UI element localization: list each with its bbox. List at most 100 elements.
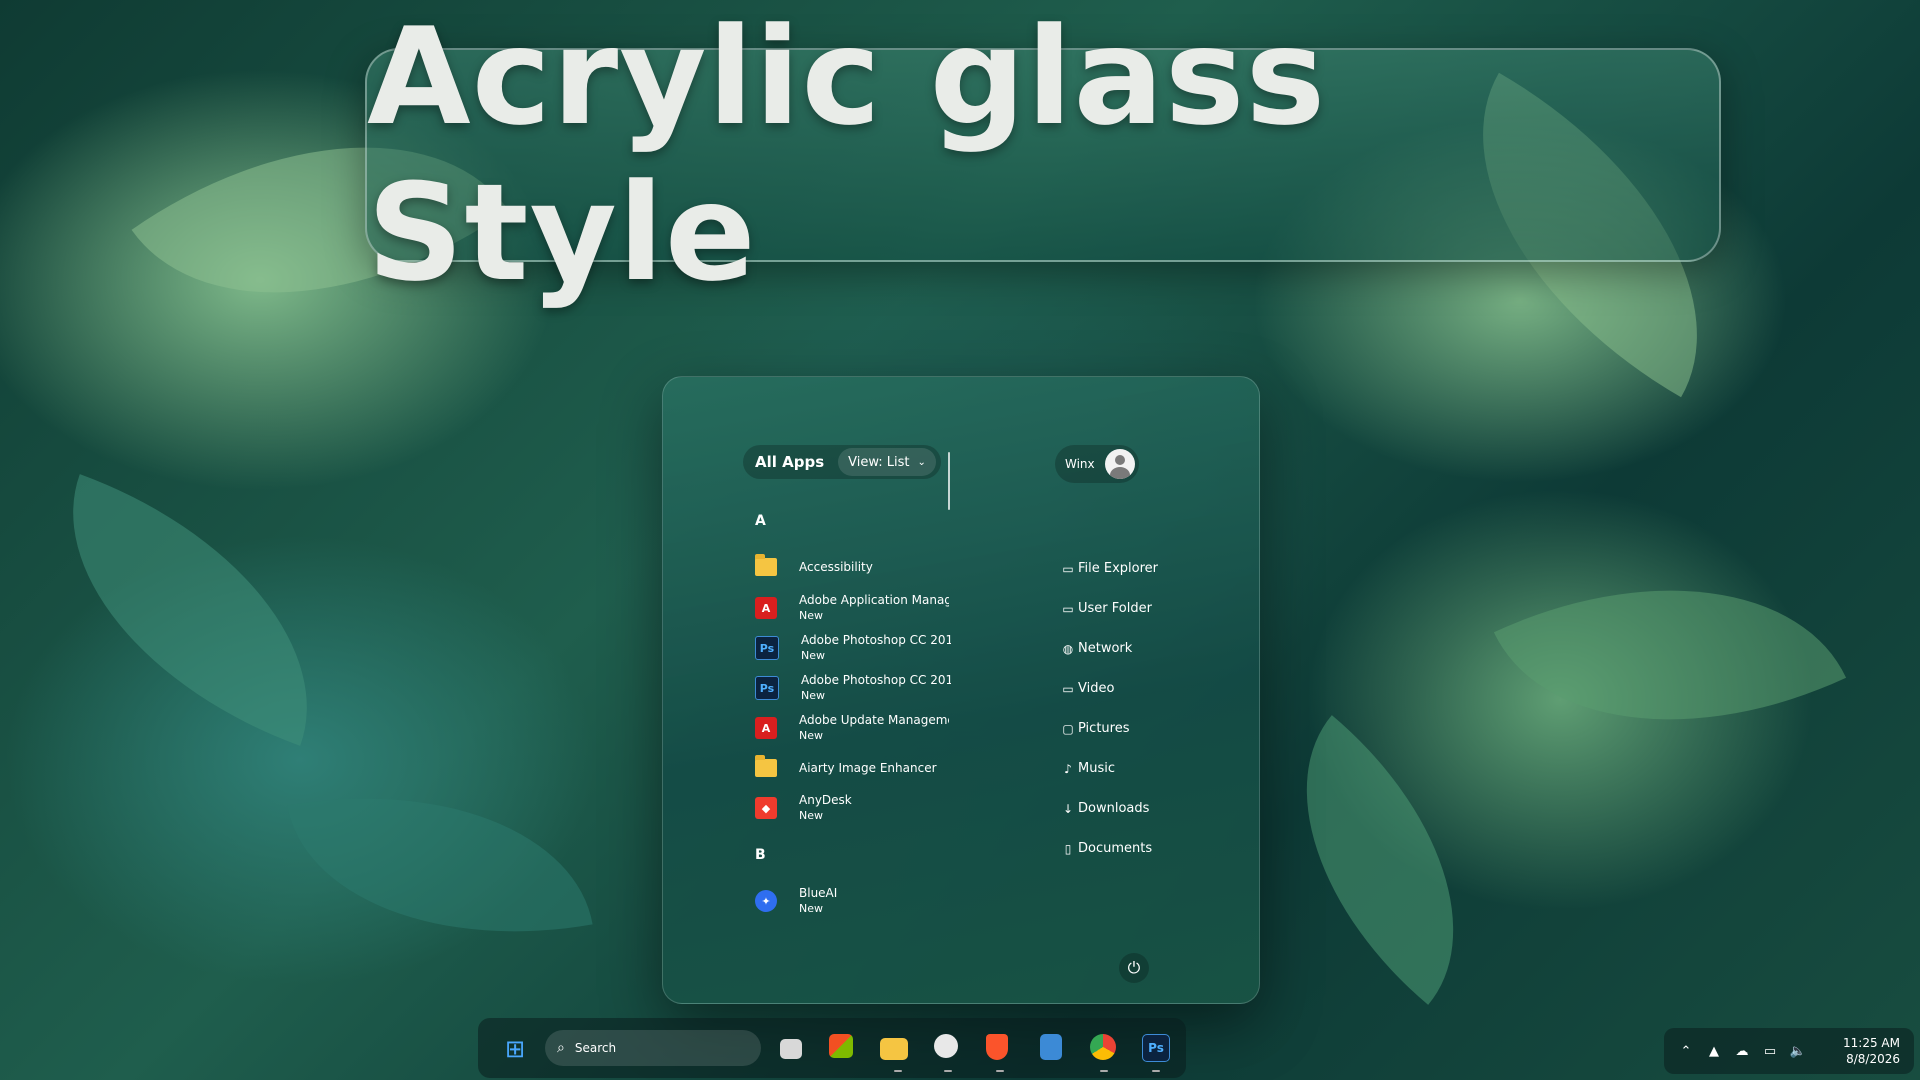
app-item-adobe-photoshop-2[interactable]: Ps Adobe Photoshop CC 2015 New bbox=[755, 669, 965, 707]
anydesk-icon: ◆ bbox=[755, 797, 777, 819]
taskbar-photoshop[interactable]: Ps bbox=[1142, 1034, 1170, 1062]
adobe-icon: A bbox=[755, 597, 777, 619]
clock-time: 11:25 AM bbox=[1843, 1036, 1900, 1050]
banner-title: Acrylic glass Style bbox=[367, 0, 1327, 311]
bird-tray-icon[interactable]: ▲ bbox=[1700, 1044, 1728, 1059]
taskbar-search[interactable]: ⌕ Search bbox=[545, 1030, 761, 1066]
app-new-badge: New bbox=[799, 809, 823, 822]
place-label: Pictures bbox=[1078, 721, 1130, 736]
place-video[interactable]: ▭ Video bbox=[1061, 681, 1114, 696]
search-label: Search bbox=[574, 1041, 617, 1055]
taskbar-app-bird[interactable] bbox=[934, 1034, 958, 1058]
app-name: Adobe Update Managemer bbox=[799, 713, 949, 727]
section-letter-b[interactable]: B bbox=[755, 847, 766, 863]
app-item-anydesk[interactable]: ◆ AnyDesk New bbox=[755, 789, 965, 827]
photoshop-icon: Ps bbox=[1148, 1041, 1164, 1055]
start-menu: All Apps View: List ⌄ Winx A Accessibili… bbox=[662, 376, 1260, 1004]
place-documents[interactable]: ▯ Documents bbox=[1061, 841, 1152, 856]
view-mode-button[interactable]: View: List ⌄ bbox=[838, 448, 936, 476]
all-apps-header: All Apps View: List ⌄ bbox=[743, 445, 941, 479]
cloud-off-icon[interactable]: ☁ bbox=[1728, 1044, 1756, 1059]
pictures-icon: ▢ bbox=[1062, 721, 1074, 736]
search-icon: ⌕ bbox=[557, 1040, 565, 1056]
downloads-icon: ↓ bbox=[1062, 801, 1074, 816]
title-banner: Acrylic glass Style bbox=[365, 0, 1721, 311]
running-indicator bbox=[1100, 1070, 1108, 1072]
user-folder-icon: ▭ bbox=[1062, 601, 1074, 616]
place-file-explorer[interactable]: ▭ File Explorer bbox=[1061, 561, 1158, 576]
view-mode-label: View: List bbox=[848, 454, 910, 470]
app-new-badge: New bbox=[801, 649, 825, 662]
folder-icon bbox=[755, 755, 777, 777]
place-music[interactable]: ♪ Music bbox=[1061, 761, 1115, 776]
blueai-icon: ✦ bbox=[755, 890, 777, 912]
user-name: Winx bbox=[1065, 457, 1095, 471]
place-label: Video bbox=[1078, 681, 1115, 696]
clock-date: 8/8/2026 bbox=[1846, 1052, 1900, 1066]
speaker-icon[interactable]: 🔈 bbox=[1784, 1044, 1812, 1059]
app-new-badge: New bbox=[799, 729, 823, 742]
leaf-decoration bbox=[1228, 715, 1532, 1005]
app-name: Adobe Photoshop CC 2015 bbox=[801, 673, 951, 687]
folder-icon bbox=[755, 554, 777, 576]
documents-icon: ▯ bbox=[1064, 841, 1072, 856]
user-profile-button[interactable]: Winx bbox=[1055, 445, 1139, 483]
app-item-adobe-photoshop-1[interactable]: Ps Adobe Photoshop CC 2015 New bbox=[755, 629, 965, 667]
taskbar-brave[interactable] bbox=[986, 1034, 1008, 1060]
running-indicator bbox=[1152, 1070, 1160, 1072]
place-label: File Explorer bbox=[1078, 561, 1159, 576]
app-new-badge: New bbox=[799, 609, 823, 622]
app-list-scrollbar[interactable] bbox=[948, 452, 950, 510]
app-name: BlueAI bbox=[799, 886, 838, 900]
clock[interactable]: 11:25 AM 8/8/2026 bbox=[1843, 1035, 1900, 1067]
app-item-blueai[interactable]: ✦ BlueAI New bbox=[755, 882, 965, 920]
network-icon: ◍ bbox=[1062, 641, 1074, 656]
power-button[interactable]: ⏻ bbox=[1119, 953, 1149, 983]
place-user-folder[interactable]: ▭ User Folder bbox=[1061, 601, 1152, 616]
app-new-badge: New bbox=[801, 689, 825, 702]
running-indicator bbox=[894, 1070, 902, 1072]
place-label: Documents bbox=[1078, 841, 1153, 856]
chevron-down-icon: ⌄ bbox=[917, 456, 926, 468]
taskbar-notepad[interactable] bbox=[1040, 1034, 1062, 1060]
music-icon: ♪ bbox=[1064, 761, 1072, 776]
running-indicator bbox=[996, 1070, 1004, 1072]
app-item-adobe-update-manager[interactable]: A Adobe Update Managemer New bbox=[755, 709, 965, 747]
file-explorer-icon: ▭ bbox=[1062, 561, 1074, 576]
place-label: Network bbox=[1078, 641, 1133, 656]
windows-logo-icon: ⊞ bbox=[504, 1035, 526, 1063]
place-label: Downloads bbox=[1078, 801, 1150, 816]
app-name: Accessibility bbox=[799, 559, 873, 574]
taskbar-chrome[interactable] bbox=[1090, 1034, 1116, 1060]
running-indicator bbox=[944, 1070, 952, 1072]
section-letter-a[interactable]: A bbox=[755, 513, 766, 529]
app-item-accessibility[interactable]: Accessibility bbox=[755, 551, 965, 583]
app-item-aiarty-image-enhancer[interactable]: Aiarty Image Enhancer bbox=[755, 752, 965, 784]
leaf-decoration bbox=[18, 474, 362, 746]
start-button[interactable]: ⊞ bbox=[500, 1034, 530, 1064]
all-apps-title[interactable]: All Apps bbox=[755, 453, 824, 471]
place-downloads[interactable]: ↓ Downloads bbox=[1061, 801, 1149, 816]
app-name: Aiarty Image Enhancer bbox=[799, 760, 937, 775]
taskbar-file-explorer[interactable] bbox=[880, 1038, 908, 1060]
power-icon: ⏻ bbox=[1127, 958, 1141, 977]
place-pictures[interactable]: ▢ Pictures bbox=[1061, 721, 1129, 736]
chevron-up-icon[interactable]: ⌃ bbox=[1672, 1044, 1700, 1059]
app-name: Adobe Photoshop CC 2015 bbox=[801, 633, 951, 647]
place-network[interactable]: ◍ Network bbox=[1061, 641, 1133, 656]
taskbar-task-view[interactable] bbox=[780, 1039, 802, 1059]
photoshop-icon: Ps bbox=[755, 676, 779, 700]
app-name: AnyDesk bbox=[799, 793, 852, 807]
app-item-adobe-application-manager[interactable]: A Adobe Application Manage New bbox=[755, 589, 965, 627]
place-label: User Folder bbox=[1078, 601, 1152, 616]
leaf-decoration bbox=[287, 756, 593, 974]
leaf-decoration bbox=[1493, 505, 1847, 805]
video-icon: ▭ bbox=[1062, 681, 1074, 696]
app-name: Adobe Application Manage bbox=[799, 593, 949, 607]
network-tray-icon[interactable]: ▭ bbox=[1756, 1044, 1784, 1059]
photoshop-icon: Ps bbox=[755, 636, 779, 660]
taskbar-store[interactable] bbox=[829, 1034, 853, 1058]
system-tray: ⌃ ▲ ☁ ▭ 🔈 11:25 AM 8/8/2026 bbox=[1664, 1028, 1914, 1074]
app-new-badge: New bbox=[799, 902, 823, 915]
place-label: Music bbox=[1078, 761, 1115, 776]
